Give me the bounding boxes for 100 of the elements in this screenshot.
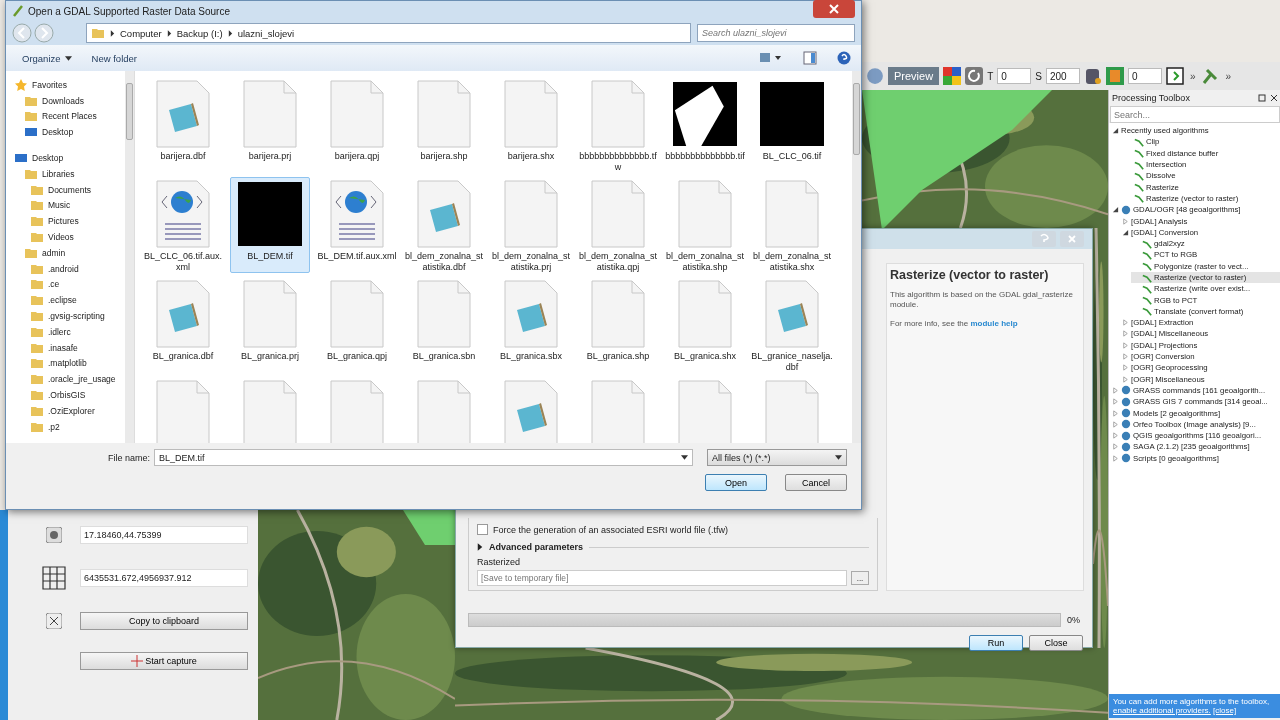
refresh-icon[interactable] [965, 67, 984, 85]
preview-pane-icon[interactable] [803, 51, 817, 65]
copy-to-clipboard-button[interactable]: Copy to clipboard [80, 612, 248, 630]
dialog-button[interactable]: Run [969, 635, 1023, 651]
navigation-item[interactable]: .gvsig-scripting [48, 311, 105, 322]
search-field[interactable]: Search... [1110, 106, 1280, 123]
grid-icon[interactable] [1105, 67, 1124, 85]
view-icon[interactable] [759, 51, 783, 65]
navigation-item[interactable]: .oracle_jre_usage [48, 374, 116, 385]
play-icon[interactable] [1165, 67, 1184, 85]
new-folder-button[interactable]: New folder [91, 52, 137, 64]
file-item[interactable]: bl_dem_zonalna_statistika.shx [752, 177, 832, 273]
breadcrumb[interactable]: Backup (I:) [176, 27, 223, 39]
toolbar-overflow-button[interactable]: » [1223, 70, 1234, 82]
file-item[interactable]: BL_granica.shx [665, 277, 745, 373]
file-item[interactable]: BL_CLC_06.tif.aux.xml [143, 177, 223, 273]
provider-icon [1121, 441, 1131, 452]
expand-arrow-icon[interactable] [477, 543, 483, 551]
file-item[interactable]: BL_granica.sbx [491, 277, 571, 373]
file-item[interactable]: BL_granica.sbn [404, 277, 484, 373]
file-name-field[interactable]: BL_DEM.tif [154, 449, 693, 466]
navigation-item[interactable]: .OrbisGIS [48, 390, 86, 401]
back-icon[interactable] [12, 23, 32, 43]
frame-spinbox[interactable]: 0 [1127, 68, 1162, 84]
file-item[interactable]: barijera.prj [230, 77, 310, 173]
breadcrumb[interactable]: ulazni_slojevi [237, 27, 295, 39]
navigation-item[interactable]: .p2 [48, 421, 60, 432]
float-icon[interactable] [1258, 94, 1266, 102]
browse-button[interactable]: ... [851, 571, 869, 585]
file-item[interactable]: barijera.shx [491, 77, 571, 173]
collapse-arrow-icon[interactable] [1112, 127, 1119, 135]
collapse-arrow-icon[interactable] [1112, 206, 1119, 214]
file-item[interactable]: barijera.qpj [317, 77, 397, 173]
color-squares-icon[interactable] [943, 67, 962, 85]
navigation-item[interactable]: Pictures [48, 216, 79, 227]
s-spinbox[interactable]: 200 [1045, 68, 1080, 84]
file-item[interactable]: BL_DEM.tif.aux.xml [317, 177, 397, 273]
preview-button[interactable]: Preview [888, 67, 940, 85]
close-icon[interactable] [1270, 94, 1278, 102]
file-item[interactable]: BL_granica.prj [230, 277, 310, 373]
start-capture-button[interactable]: Start capture [80, 652, 248, 670]
file-item[interactable]: BL_granica.qpj [317, 277, 397, 373]
navigation-item[interactable]: .ce [48, 279, 60, 290]
navigation-item[interactable]: Favorites [32, 79, 67, 90]
navigation-item[interactable]: Videos [48, 232, 74, 243]
navigation-item[interactable]: .inasafe [48, 342, 78, 353]
globe-icon[interactable] [866, 67, 884, 85]
navigation-item[interactable]: admin [42, 247, 66, 258]
navigation-item[interactable]: .idlerc [48, 326, 71, 337]
section-header[interactable]: Advanced parameters [489, 542, 584, 552]
breadcrumb[interactable]: Computer [120, 27, 162, 39]
coordinate-field[interactable]: 6435531.672,4956937.912 [80, 569, 248, 587]
navigation-item[interactable]: Desktop [42, 127, 74, 138]
file-item[interactable]: barijera.dbf [143, 77, 223, 173]
navigation-item[interactable]: .android [48, 263, 79, 274]
address-bar[interactable]: Computer Backup (I:) ulazni_slojevi [86, 23, 691, 43]
database-icon[interactable] [1083, 67, 1102, 85]
file-item[interactable]: BL_CLC_06.tif [752, 77, 832, 173]
close-icon[interactable] [813, 0, 855, 18]
checkbox[interactable] [477, 524, 488, 535]
navigation-item[interactable]: Music [48, 200, 71, 211]
scrollbar[interactable] [125, 71, 134, 443]
forward-icon[interactable] [34, 23, 54, 43]
file-item[interactable]: BL_granice_naselja.dbf [752, 277, 832, 373]
scrollbar[interactable] [852, 71, 861, 443]
navigation-item[interactable]: .matplotlib [48, 358, 87, 369]
toolbar-overflow-button[interactable]: » [1187, 70, 1198, 82]
file-item[interactable]: bl_dem_zonalna_statistika.shp [665, 177, 745, 273]
file-item[interactable]: barijera.shp [404, 77, 484, 173]
file-item[interactable]: BL_granica.shp [578, 277, 658, 373]
tools-icon[interactable] [1201, 67, 1220, 85]
dialog-button[interactable]: Open [705, 474, 767, 491]
search-field[interactable]: Search ulazni_slojevi [697, 24, 855, 42]
organize-menu[interactable]: Organize [22, 52, 72, 64]
file-item[interactable]: bl_dem_zonalna_statistika.dbf [404, 177, 484, 273]
navigation-item[interactable]: Desktop [32, 153, 64, 164]
file-item[interactable]: BL_DEM.tif [230, 177, 310, 273]
navigation-item[interactable]: Libraries [42, 168, 75, 179]
file-item[interactable]: bbbbbbbbbbbbbb.tfw [578, 77, 658, 173]
navigation-item[interactable]: Documents [48, 184, 91, 195]
navigation-item[interactable]: Downloads [42, 95, 85, 106]
provider-icon [1121, 385, 1131, 396]
output-file-field[interactable]: [Save to temporary file] [477, 570, 847, 586]
help-icon[interactable] [837, 51, 851, 65]
navigation-item[interactable]: .OziExplorer [48, 405, 95, 416]
navigation-item[interactable]: Recent Places [42, 111, 97, 122]
file-type-dropdown[interactable]: All files (*) (*.*) [707, 449, 847, 466]
dialog-button[interactable]: Cancel [785, 474, 847, 491]
collapse-arrow-icon[interactable] [1122, 228, 1129, 236]
module-help-link[interactable]: module help [970, 318, 1018, 328]
file-item[interactable]: bbbbbbbbbbbbbb.tif [665, 77, 745, 173]
algorithm-icon [1142, 238, 1152, 249]
file-item[interactable]: bl_dem_zonalna_statistika.prj [491, 177, 571, 273]
caret-icon [681, 455, 688, 460]
file-item[interactable]: BL_granica.dbf [143, 277, 223, 373]
t-spinbox[interactable]: 0 [997, 68, 1032, 84]
coordinate-field[interactable]: 17.18460,44.75399 [80, 526, 248, 544]
navigation-item[interactable]: .eclipse [48, 295, 77, 306]
dialog-button[interactable]: Close [1029, 635, 1083, 651]
file-item[interactable]: bl_dem_zonalna_statistika.qpj [578, 177, 658, 273]
